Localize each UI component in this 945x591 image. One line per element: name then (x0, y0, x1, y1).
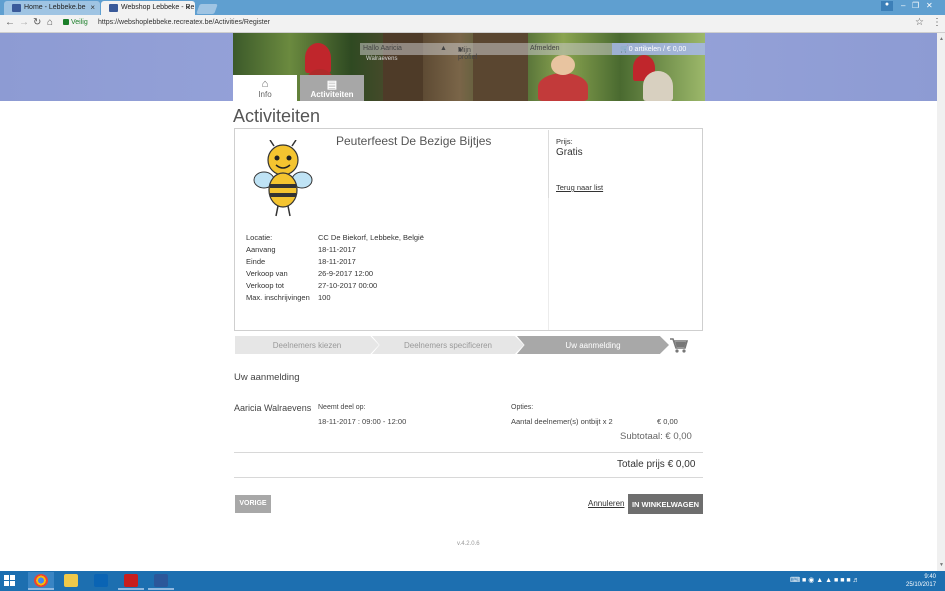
user-profile-icon[interactable]: ● (881, 1, 893, 11)
divider (234, 452, 703, 453)
step-specify-participants[interactable]: Deelnemers specificeren (372, 336, 524, 354)
browser-tab-home[interactable]: Home - Lebbeke.be × (4, 1, 100, 15)
total-price: Totale prijs € 0,00 (617, 459, 696, 470)
detail-row: Max. inschrijvingen 100 (246, 293, 331, 302)
close-icon[interactable]: × (90, 3, 95, 12)
windows-taskbar: ⌨ ■ ◉ ▲ ▲ ■ ■ ■ ♬ 9:40 25/10/2017 (0, 571, 945, 591)
scroll-up-icon[interactable]: ▲ (939, 36, 944, 42)
step-your-registration[interactable]: Uw aanmelding (517, 336, 669, 354)
nav-tab-info[interactable]: ⌂ Info (233, 75, 297, 101)
notification-bell-icon[interactable]: ▲ (440, 45, 447, 52)
event-title: Peuterfeest De Bezige Bijtjes (336, 134, 492, 148)
participant-name: Aaricia Walraevens (234, 403, 312, 413)
option-price: € 0,00 (657, 417, 678, 426)
divider (234, 477, 703, 478)
tab-label: Home - Lebbeke.be (24, 4, 86, 11)
greeting-subtext: Walraevens (366, 56, 398, 62)
shopping-cart-icon (670, 338, 689, 353)
option-name: Aantal deelnemer(s) ontbijt x 2 (511, 417, 613, 426)
profile-menu[interactable]: ● Mijn profiel ▾ (458, 45, 477, 61)
detail-row: Einde 18-11-2017 (246, 257, 356, 266)
close-icon[interactable]: × (185, 3, 190, 12)
file-explorer-taskbar-icon[interactable] (58, 572, 84, 590)
secure-indicator[interactable]: Veilig (63, 19, 88, 26)
address-bar: ← → ↻ ⌂ Veilig https://webshoplebbeke.re… (0, 15, 945, 33)
detail-row: Aanvang 18-11-2017 (246, 245, 356, 254)
bee-mascot-image (253, 140, 313, 217)
outlook-taskbar-icon[interactable] (88, 572, 114, 590)
card-divider (548, 130, 549, 198)
detail-row: Locatie: CC De Biekorf, Lebbeke, België (246, 233, 424, 242)
windows-start-icon[interactable] (4, 575, 16, 587)
home-icon: ⌂ (261, 78, 269, 90)
tab-label: Webshop Lebbeke - Re (121, 4, 195, 11)
taskbar-clock[interactable]: 9:40 25/10/2017 (906, 573, 936, 589)
browser-tab-webshop[interactable]: Webshop Lebbeke - Re × (101, 1, 195, 15)
reload-icon[interactable]: ↻ (33, 17, 41, 28)
takes-part-label: Neemt deel op: (318, 404, 366, 411)
url-input[interactable]: https://webshoplebbeke.recreatex.be/Acti… (98, 19, 270, 26)
chrome-taskbar-icon[interactable] (28, 572, 54, 590)
forward-arrow-icon[interactable]: → (19, 17, 29, 28)
step-choose-participants[interactable]: Deelnemers kiezen (235, 336, 379, 354)
lock-icon (63, 19, 69, 25)
cart-icon: 🛒 (620, 46, 629, 53)
restore-icon[interactable]: ❐ (912, 1, 919, 10)
favicon-icon (109, 4, 118, 12)
bookmark-star-icon[interactable]: ☆ (915, 17, 924, 28)
options-label: Opties: (511, 404, 534, 411)
cancel-link[interactable]: Annuleren (588, 499, 624, 508)
takes-part-value: 18-11-2017 : 09:00 - 12:00 (318, 417, 407, 426)
system-tray-icons[interactable]: ⌨ ■ ◉ ▲ ▲ ■ ■ ■ ♬ (790, 576, 860, 584)
greeting-text: Hallo Aaricia (363, 45, 402, 52)
menu-icon[interactable]: ⋮ (932, 17, 942, 28)
previous-button[interactable]: VORIGE (235, 495, 271, 513)
calendar-icon: ▤ (326, 79, 338, 91)
close-window-icon[interactable]: ✕ (926, 1, 933, 10)
page-title: Activiteiten (233, 106, 321, 126)
back-to-list-link[interactable]: Terug naar list (556, 183, 603, 192)
price-label: Prijs: (556, 137, 573, 146)
acrobat-taskbar-icon[interactable] (118, 572, 144, 590)
back-arrow-icon[interactable]: ← (5, 17, 15, 28)
version-text: v.4.2.0.6 (457, 541, 480, 547)
detail-row: Verkoop tot 27-10-2017 00:00 (246, 281, 378, 290)
home-icon[interactable]: ⌂ (47, 17, 53, 28)
scroll-down-icon[interactable]: ▼ (939, 562, 944, 568)
favicon-icon (12, 4, 21, 12)
browser-tab-bar: Home - Lebbeke.be × Webshop Lebbeke - Re… (0, 0, 945, 15)
add-to-cart-button[interactable]: IN WINKELWAGEN (628, 494, 703, 514)
page-scrollbar[interactable] (937, 33, 945, 571)
minimize-icon[interactable]: – (901, 1, 905, 10)
card-divider (548, 198, 549, 330)
new-tab-button[interactable] (196, 4, 218, 14)
subtotal: Subtotaal: € 0,00 (620, 431, 692, 442)
detail-row: Verkoop van 26-9-2017 12:00 (246, 269, 374, 278)
registration-heading: Uw aanmelding (234, 372, 300, 383)
nav-tab-activiteiten[interactable]: ▤ Activiteiten (300, 75, 364, 101)
logout-link[interactable]: Afmelden (530, 45, 560, 52)
cart-summary[interactable]: 🛒0 artikelen / € 0,00 (612, 43, 705, 55)
event-details: Locatie: CC De Biekorf, Lebbeke, België A… (246, 233, 424, 305)
price-value: Gratis (556, 147, 583, 158)
word-taskbar-icon[interactable] (148, 572, 174, 590)
